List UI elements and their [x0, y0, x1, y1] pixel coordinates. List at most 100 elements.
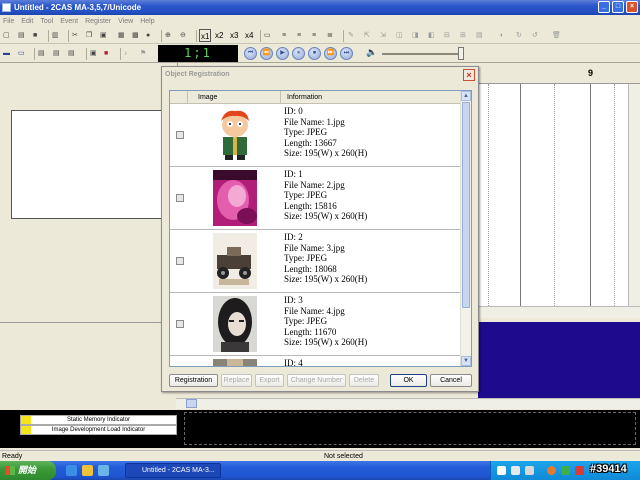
ok-button[interactable]: OK — [390, 374, 427, 387]
tool-k-icon[interactable]: ↻ — [516, 29, 522, 42]
tool-e-icon[interactable]: ◨ — [412, 29, 419, 42]
zoom-in-icon[interactable]: ⊕ — [165, 29, 171, 42]
list-c-icon[interactable]: ▤ — [68, 47, 75, 60]
zoom-out-icon[interactable]: ⊖ — [180, 29, 186, 42]
header-image[interactable]: Image — [188, 91, 281, 104]
pause-button[interactable]: ⏸ — [292, 47, 305, 60]
row-checkbox[interactable] — [176, 131, 184, 139]
ie-icon[interactable] — [66, 465, 77, 476]
tray-security-icon[interactable] — [575, 466, 584, 475]
new-file-icon[interactable]: ▢ — [3, 29, 10, 42]
timeline-scroll-thumb[interactable] — [186, 399, 197, 408]
copy-icon[interactable]: ❐ — [86, 29, 92, 42]
tool-c-icon[interactable]: ⇲ — [380, 29, 386, 42]
speaker-icon[interactable]: 🔈 — [366, 47, 377, 58]
close-button[interactable]: × — [626, 1, 638, 13]
scroll-down-arrow[interactable]: ▼ — [461, 356, 471, 366]
header-check-column[interactable] — [170, 91, 188, 104]
export-button[interactable]: Export — [255, 374, 284, 387]
menu-help[interactable]: Help — [140, 15, 154, 28]
menu-edit[interactable]: Edit — [21, 15, 33, 28]
menu-view[interactable]: View — [118, 15, 133, 28]
globe-icon[interactable]: ● — [146, 29, 150, 42]
change-number-button[interactable]: Change Number — [287, 374, 346, 387]
tool-h-icon[interactable]: ⊞ — [460, 29, 466, 42]
timeline-horizontal-scrollbar[interactable] — [176, 398, 640, 409]
minimize-button[interactable]: _ — [598, 1, 610, 13]
volume-slider-thumb[interactable] — [458, 47, 464, 60]
align-right-icon[interactable]: ≡ — [312, 29, 316, 42]
menu-register[interactable]: Register — [85, 15, 111, 28]
list-scroll-thumb[interactable] — [462, 102, 470, 308]
object-icon[interactable]: ▦ — [118, 29, 125, 42]
music-icon[interactable]: ♪ — [124, 47, 128, 60]
desktop-icon[interactable] — [98, 465, 109, 476]
stop-record-icon[interactable]: ■ — [104, 47, 108, 60]
menu-file[interactable]: File — [3, 15, 14, 28]
start-button[interactable]: 開始 — [0, 461, 56, 480]
tool-g-icon[interactable]: ⊟ — [444, 29, 450, 42]
dialog-close-button[interactable]: × — [463, 69, 475, 81]
media-icon[interactable] — [82, 465, 93, 476]
taskbar-app-item[interactable]: Untitled - 2CAS MA-3... — [125, 463, 221, 478]
paste-icon[interactable]: ▣ — [100, 29, 107, 42]
open-folder-icon[interactable]: ▤ — [18, 29, 25, 42]
cut-icon[interactable]: ✂ — [72, 29, 78, 42]
align-center-icon[interactable]: ≡ — [297, 29, 301, 42]
list-a-icon[interactable]: ▤ — [38, 47, 45, 60]
zoom-x3-button[interactable]: x3 — [230, 29, 238, 42]
menu-event[interactable]: Event — [60, 15, 78, 28]
align-left-icon[interactable]: ≡ — [282, 29, 286, 42]
menu-tool[interactable]: Tool — [40, 15, 53, 28]
list-b-icon[interactable]: ▤ — [53, 47, 60, 60]
tool-l-icon[interactable]: ↺ — [532, 29, 538, 42]
first-button[interactable]: ⏮ — [244, 47, 257, 60]
tray-help-icon[interactable] — [511, 466, 520, 475]
delete-button[interactable]: Delete — [349, 374, 379, 387]
effect-icon[interactable]: ⚑ — [140, 47, 146, 60]
zoom-x1-button[interactable]: x1 — [199, 29, 212, 42]
rewind-button[interactable]: ⏪ — [260, 47, 273, 60]
replace-button[interactable]: Replace — [221, 374, 252, 387]
justify-icon[interactable]: ≣ — [327, 29, 333, 42]
tray-keyboard-icon[interactable] — [497, 466, 506, 475]
list-vertical-scrollbar[interactable]: ▲ ▼ — [460, 91, 471, 366]
zoom-x4-button[interactable]: x4 — [245, 29, 253, 42]
maximize-button[interactable]: □ — [612, 1, 624, 13]
volume-slider[interactable] — [382, 53, 464, 55]
scroll-up-arrow[interactable]: ▲ — [461, 91, 471, 101]
tool-i-icon[interactable]: ▤ — [476, 29, 483, 42]
delete-tool-icon[interactable]: 🗑 — [552, 29, 561, 42]
display-icon[interactable]: ▩ — [132, 29, 139, 42]
zoom-x2-button[interactable]: x2 — [215, 29, 223, 42]
print-icon[interactable]: ▥ — [52, 29, 59, 42]
row-checkbox[interactable] — [176, 257, 184, 265]
text-icon[interactable]: ▭ — [264, 29, 271, 42]
object-row[interactable]: ID: 4 — [170, 356, 462, 366]
last-button[interactable]: ⏭ — [340, 47, 353, 60]
object-row[interactable]: ID: 2 File Name: 3.jpg Type: JPEG Length… — [170, 230, 462, 293]
play-button[interactable]: ▶ — [276, 47, 289, 60]
tray-app-icon[interactable] — [547, 466, 556, 475]
tool-j-icon[interactable]: ◐ — [500, 29, 504, 42]
layout-a-icon[interactable]: ▬ — [3, 47, 10, 60]
object-row[interactable]: ID: 0 File Name: 1.jpg Type: JPEG Length… — [170, 104, 462, 167]
record-icon[interactable]: ▣ — [90, 47, 97, 60]
grid-horizontal-scrollbar[interactable] — [478, 306, 640, 318]
layout-b-icon[interactable]: ▭ — [18, 47, 25, 60]
stop-button[interactable]: ⏹ — [308, 47, 321, 60]
tool-b-icon[interactable]: ⇱ — [364, 29, 370, 42]
forward-button[interactable]: ⏩ — [324, 47, 337, 60]
save-icon[interactable]: ■ — [33, 29, 37, 42]
registration-button[interactable]: Registration — [169, 374, 218, 387]
cancel-button[interactable]: Cancel — [430, 374, 472, 387]
row-checkbox[interactable] — [176, 194, 184, 202]
tray-network-icon[interactable] — [561, 466, 570, 475]
object-row[interactable]: ID: 3 File Name: 4.jpg Type: JPEG Length… — [170, 293, 462, 356]
tray-chevron-icon[interactable] — [525, 466, 534, 475]
tool-d-icon[interactable]: ◫ — [396, 29, 403, 42]
preview-canvas[interactable] — [11, 110, 163, 219]
tool-f-icon[interactable]: ◧ — [428, 29, 435, 42]
tool-a-icon[interactable]: ✎ — [348, 29, 354, 42]
header-information[interactable]: Information — [281, 91, 462, 104]
